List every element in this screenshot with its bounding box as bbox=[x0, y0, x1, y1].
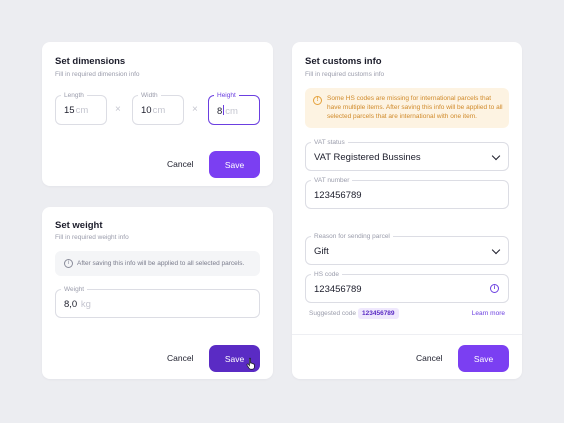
vat-status-label: VAT status bbox=[311, 139, 348, 147]
height-label: Height bbox=[214, 92, 239, 100]
chevron-down-icon[interactable] bbox=[491, 151, 501, 161]
dimensions-title: Set dimensions bbox=[55, 56, 126, 67]
dimensions-save-button[interactable]: Save bbox=[209, 151, 260, 178]
weight-field[interactable]: Weight 8,0 kg bbox=[55, 286, 260, 318]
hand-cursor-icon bbox=[246, 357, 255, 370]
customs-title: Set customs info bbox=[305, 56, 382, 67]
width-label: Width bbox=[138, 92, 161, 100]
weight-subtitle: Fill in required weight info bbox=[55, 234, 129, 241]
vat-number-value[interactable]: 123456789 bbox=[314, 190, 362, 201]
weight-title: Set weight bbox=[55, 220, 103, 231]
weight-label: Weight bbox=[61, 286, 88, 294]
customs-warning-text: Some HS codes are missing for internatio… bbox=[327, 95, 503, 120]
length-value[interactable]: 15cm bbox=[64, 105, 88, 116]
weight-value[interactable]: 8,0 kg bbox=[64, 299, 91, 310]
customs-save-button[interactable]: Save bbox=[458, 345, 509, 372]
weight-info-text: After saving this info will be applied t… bbox=[77, 260, 245, 267]
times-separator: × bbox=[192, 104, 198, 115]
weight-info-box: i After saving this info will be applied… bbox=[55, 251, 260, 276]
customs-card: Set customs info Fill in required custom… bbox=[292, 42, 522, 379]
customs-subtitle: Fill in required customs info bbox=[305, 71, 385, 78]
warning-icon: ! bbox=[313, 96, 322, 105]
length-field[interactable]: Length 15cm bbox=[55, 92, 107, 125]
dimensions-subtitle: Fill in required dimension info bbox=[55, 71, 140, 78]
dimensions-card: Set dimensions Fill in required dimensio… bbox=[42, 42, 273, 186]
height-value[interactable]: 8 cm bbox=[217, 105, 238, 117]
chevron-down-icon[interactable] bbox=[491, 245, 501, 255]
reason-value: Gift bbox=[314, 246, 329, 257]
width-field[interactable]: Width 10cm bbox=[132, 92, 184, 125]
times-separator: × bbox=[115, 104, 121, 115]
length-label: Length bbox=[61, 92, 87, 100]
height-field[interactable]: Height 8 cm bbox=[208, 92, 260, 125]
dimensions-cancel-button[interactable]: Cancel bbox=[167, 159, 193, 169]
customs-cancel-button[interactable]: Cancel bbox=[416, 353, 442, 363]
vat-number-field[interactable]: VAT number 123456789 bbox=[305, 177, 509, 209]
suggested-code-chip[interactable]: 123456789 bbox=[358, 308, 399, 319]
reason-label: Reason for sending parcel bbox=[311, 233, 393, 241]
customs-warning-box: ! Some HS codes are missing for internat… bbox=[305, 88, 509, 128]
info-icon: i bbox=[64, 259, 73, 268]
width-value[interactable]: 10cm bbox=[141, 105, 165, 116]
hs-code-label: HS code bbox=[311, 271, 342, 279]
divider bbox=[292, 334, 522, 335]
weight-cancel-button[interactable]: Cancel bbox=[167, 353, 193, 363]
reason-select[interactable]: Reason for sending parcel Gift bbox=[305, 233, 509, 265]
suggested-code-label: Suggested code bbox=[309, 310, 356, 317]
hs-code-field[interactable]: HS code 123456789 i bbox=[305, 271, 509, 303]
weight-card: Set weight Fill in required weight info … bbox=[42, 207, 273, 379]
learn-more-link[interactable]: Learn more bbox=[472, 310, 505, 317]
vat-status-value: VAT Registered Bussines bbox=[314, 152, 421, 163]
vat-number-label: VAT number bbox=[311, 177, 353, 185]
hs-code-value[interactable]: 123456789 bbox=[314, 284, 362, 295]
info-icon[interactable]: i bbox=[490, 284, 499, 293]
vat-status-select[interactable]: VAT status VAT Registered Bussines bbox=[305, 139, 509, 171]
